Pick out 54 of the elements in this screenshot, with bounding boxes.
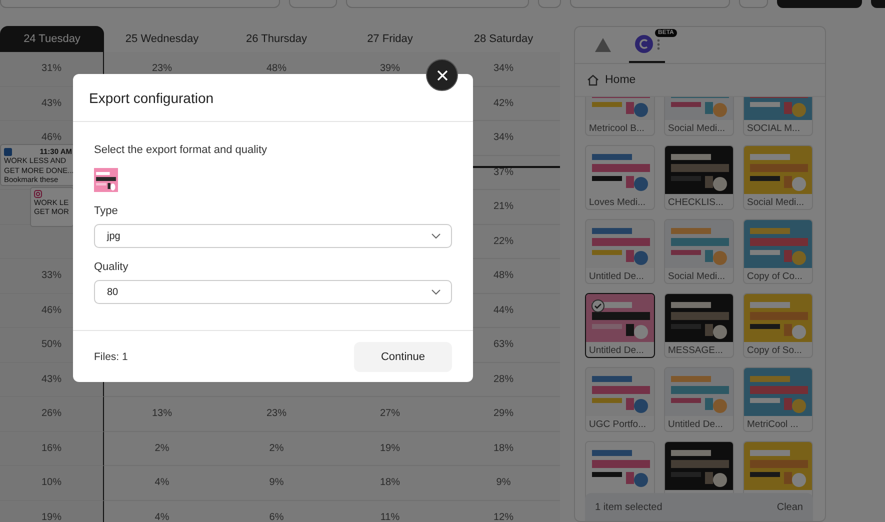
heatmap-cell: 19% (0, 500, 104, 522)
selection-count: 1 item selected (595, 502, 662, 512)
design-tile[interactable]: CHECKLIS... (664, 145, 734, 210)
design-tile[interactable]: SOCIAL M... (743, 97, 813, 136)
field-label: Type (94, 205, 119, 217)
design-title: Copy of Co... (746, 270, 804, 283)
heatmap-cell: 2% (220, 432, 333, 466)
design-tile[interactable]: UGC Portfo... (585, 367, 655, 432)
design-title: Social Medi... (667, 270, 726, 283)
breadcrumb-link[interactable]: Home (605, 74, 636, 86)
design-title: Metricool B... (588, 122, 646, 135)
design-tile[interactable]: Social Medi... (664, 219, 734, 284)
design-title: CHECKLIS... (667, 196, 724, 209)
design-title: Loves Medi... (588, 196, 646, 209)
design-tile[interactable]: Untitled De... (664, 367, 734, 432)
design-tile[interactable]: Untitled De... (585, 293, 655, 358)
select-field[interactable]: jpg (94, 224, 452, 248)
day-tab[interactable]: 25 Wednesday (104, 26, 220, 52)
heatmap-cell: 19% (333, 432, 447, 466)
design-tile[interactable]: MESSAGE... (664, 293, 734, 358)
heatmap-cell: 18% (447, 432, 560, 466)
day-tab[interactable]: 27 Friday (333, 26, 447, 52)
heatmap-cell: 26% (0, 397, 104, 432)
design-title: Social Medi... (667, 122, 726, 135)
design-tile[interactable]: Untitled De... (585, 219, 655, 284)
design-tile[interactable]: Social Medi... (743, 145, 813, 210)
heatmap-cell: 2% (104, 432, 220, 466)
heatmap-cell: 10% (0, 466, 104, 500)
day-tab[interactable]: 26 Thursday (220, 26, 333, 52)
heatmap-cell: 16% (0, 432, 104, 466)
design-title: Untitled De... (588, 344, 645, 357)
day-tab[interactable]: 24 Tuesday (0, 26, 104, 52)
design-tile[interactable]: Social Medi... (664, 97, 734, 136)
design-title: Untitled De... (667, 418, 724, 431)
design-title: MetriCool ... (746, 418, 800, 431)
design-title: MESSAGE... (667, 344, 724, 357)
heatmap-cell: 6% (220, 500, 333, 522)
clean-button[interactable]: Clean (776, 502, 803, 512)
day-tab[interactable]: 28 Saturday (447, 26, 560, 52)
design-title: Social Medi... (746, 196, 806, 209)
continue-button[interactable]: Continue (354, 342, 452, 372)
design-title: Copy of So... (746, 344, 803, 357)
design-tile[interactable]: Metricool B... (585, 97, 655, 136)
design-tile[interactable]: MetriCool ... (743, 367, 813, 432)
heatmap-cell: 4% (104, 500, 220, 522)
design-tile[interactable]: Copy of So... (743, 293, 813, 358)
design-tile[interactable]: Copy of Co... (743, 219, 813, 284)
design-tile[interactable]: Loves Medi... (585, 145, 655, 210)
design-title: SOCIAL M... (746, 122, 801, 135)
design-title: Untitled De... (588, 270, 645, 283)
design-title: UGC Portfo... (588, 418, 648, 431)
select-field[interactable]: 80 (94, 280, 452, 304)
heatmap-cell: 11% (333, 500, 447, 522)
heatmap-cell: 12% (447, 500, 560, 522)
